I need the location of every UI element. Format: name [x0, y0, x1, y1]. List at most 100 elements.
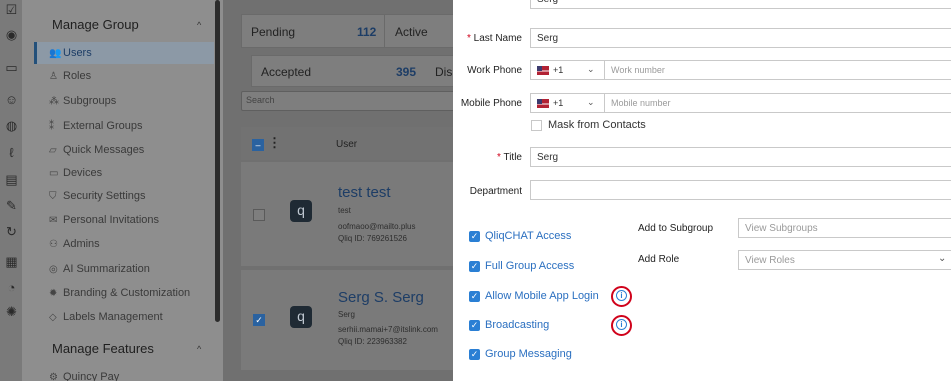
row-checkbox[interactable] [253, 209, 265, 221]
user-email: oofmaoo@mailto.plus [338, 222, 416, 231]
sidebar-item-label: AI Summarization [63, 263, 150, 275]
broadcasting-label[interactable]: Broadcasting [485, 319, 549, 331]
add-subgroup-label: Add to Subgroup [638, 223, 714, 234]
sidebar-item-quick-messages[interactable]: ▱ Quick Messages [49, 144, 144, 156]
more-options-icon[interactable]: ⋮ [268, 135, 281, 151]
sidebar-item-roles[interactable]: ♙ Roles [49, 70, 91, 82]
department-label: Department [469, 186, 522, 197]
broadcasting-checkbox[interactable]: ✓ [469, 320, 480, 331]
sidebar-item-ai-summarization[interactable]: ◎ AI Summarization [49, 263, 150, 275]
info-icon[interactable]: i [611, 286, 632, 307]
work-number-input[interactable]: Work number [604, 61, 951, 79]
user-email: serhii.mamai+7@itslink.com [338, 325, 438, 334]
sidebar-item-label: Subgroups [63, 95, 117, 107]
qliqchat-access-checkbox[interactable]: ✓ [469, 231, 480, 242]
sidebar-item-external-groups[interactable]: ⁑ External Groups [49, 120, 142, 132]
sidebar-item-personal-invitations[interactable]: ✉ Personal Invitations [49, 214, 159, 226]
mobile-phone-field[interactable]: +1 ⌄ Mobile number [530, 93, 951, 113]
sidebar-item-subgroups[interactable]: ⁂ Subgroups [49, 95, 116, 107]
app-root: ☑ ◉ ▭ ☺ ◍ ℓ ▤ ✎ ↻ ▦ ◔ ✺ Manage Group ^ 👥… [0, 0, 951, 381]
group-messaging-checkbox[interactable]: ✓ [469, 349, 480, 360]
manage-features-header[interactable]: Manage Features [52, 341, 154, 356]
full-group-access-label[interactable]: Full Group Access [485, 260, 574, 272]
bot-icon[interactable]: ☺ [4, 92, 19, 107]
chevron-up-icon[interactable]: ^ [197, 20, 201, 30]
sidebar-item-label: Personal Invitations [63, 214, 159, 226]
disabled-label[interactable]: Dis [435, 65, 452, 79]
pie-chart-icon[interactable]: ◔ [4, 280, 19, 295]
us-flag-icon [537, 99, 549, 108]
mask-contacts-checkbox[interactable] [531, 120, 542, 131]
search-input[interactable]: Search [241, 91, 456, 111]
pending-count[interactable]: 112 [357, 25, 376, 39]
mobile-phone-label: Mobile Phone [460, 98, 522, 109]
row-checkbox[interactable]: ✓ [253, 314, 265, 326]
stethoscope-icon[interactable]: ℓ [4, 145, 19, 160]
allow-mobile-login-checkbox[interactable]: ✓ [469, 291, 480, 302]
sidebar-scrollbar[interactable] [215, 0, 220, 322]
sidebar-item-branding[interactable]: ✹ Branding & Customization [49, 287, 190, 299]
globe-icon[interactable]: ✺ [4, 304, 19, 319]
subgroup-placeholder: View Subgroups [745, 223, 818, 234]
edit-user-form: Serg * Last Name Serg Work Phone +1 ⌄ Wo… [453, 0, 951, 381]
chevron-up-icon[interactable]: ^ [197, 344, 201, 354]
info-icon[interactable]: i [611, 315, 632, 336]
sidebar-item-label: Users [63, 47, 92, 59]
department-field[interactable] [530, 180, 951, 200]
sidebar-item-security-settings[interactable]: ⛉ Security Settings [49, 190, 146, 202]
add-role-label: Add Role [638, 254, 680, 265]
user-name[interactable]: Serg S. Serg [338, 289, 424, 306]
pending-label[interactable]: Pending [251, 25, 295, 39]
select-all-checkbox[interactable]: – [252, 139, 264, 151]
user-qliq-id: Qliq ID: 223963382 [338, 337, 407, 346]
active-label[interactable]: Active [395, 25, 428, 39]
mask-contacts-label[interactable]: Mask from Contacts [548, 119, 646, 131]
chevron-down-icon[interactable]: ⌄ [587, 97, 595, 108]
role-select[interactable]: View Roles [738, 250, 951, 270]
message-icon[interactable]: ◍ [4, 118, 19, 133]
user-qliq-id: Qliq ID: 769261526 [338, 234, 407, 243]
roles-icon: ♙ [49, 71, 58, 82]
list-icon[interactable]: ▤ [4, 172, 19, 187]
check-square-icon[interactable]: ☑ [4, 2, 19, 17]
sidebar-item-devices[interactable]: ▭ Devices [49, 167, 102, 179]
location-icon[interactable]: ◉ [4, 27, 19, 42]
chevron-down-icon[interactable]: ⌄ [587, 64, 595, 75]
work-phone-label: Work Phone [467, 65, 522, 76]
avatar: q [290, 200, 312, 222]
allow-mobile-login-label[interactable]: Allow Mobile App Login [485, 290, 599, 302]
qliqchat-access-label[interactable]: QliqCHAT Access [485, 230, 571, 242]
sidebar-item-label: Security Settings [63, 190, 146, 202]
chat-icon[interactable]: ▭ [4, 60, 19, 75]
subgroup-select[interactable]: View Subgroups [738, 218, 951, 238]
first-name-field[interactable]: Serg [530, 0, 951, 9]
chevron-down-icon[interactable]: ⌄ [938, 253, 946, 264]
refresh-icon[interactable]: ↻ [4, 224, 19, 239]
ai-icon: ◎ [49, 264, 58, 275]
sidebar-item-label: Labels Management [63, 311, 163, 323]
mobile-number-input[interactable]: Mobile number [604, 94, 951, 112]
sidebar-item-users[interactable]: 👥 Users [49, 47, 92, 59]
full-group-access-checkbox[interactable]: ✓ [469, 261, 480, 272]
sidebar: Manage Group ^ 👥 Users ♙ Roles ⁂ Subgroups … [22, 0, 223, 381]
calendar-icon[interactable]: ▦ [4, 254, 19, 269]
sidebar-item-label: Quincy Pay [63, 371, 120, 381]
edit-icon[interactable]: ✎ [4, 198, 19, 213]
label-icon: ◇ [49, 312, 57, 323]
table-row[interactable] [241, 270, 456, 370]
quincy-pay-icon: ⚙ [49, 372, 58, 381]
work-phone-field[interactable]: +1 ⌄ Work number [530, 60, 951, 80]
sidebar-item-admins[interactable]: ⚇ Admins [49, 238, 100, 250]
accepted-count[interactable]: 395 [396, 65, 416, 79]
quick-messages-icon: ▱ [49, 145, 57, 156]
sidebar-item-labels-management[interactable]: ◇ Labels Management [49, 311, 163, 323]
last-name-field[interactable]: Serg [530, 28, 951, 48]
external-groups-icon: ⁑ [49, 121, 54, 132]
user-column-header[interactable]: User [336, 139, 357, 150]
user-name[interactable]: test test [338, 184, 391, 201]
manage-group-header[interactable]: Manage Group [52, 17, 139, 32]
group-messaging-label[interactable]: Group Messaging [485, 348, 572, 360]
sidebar-item-quincy-pay[interactable]: ⚙ Quincy Pay [49, 371, 119, 381]
accepted-label[interactable]: Accepted [261, 65, 311, 79]
title-field[interactable]: Serg [530, 147, 951, 167]
